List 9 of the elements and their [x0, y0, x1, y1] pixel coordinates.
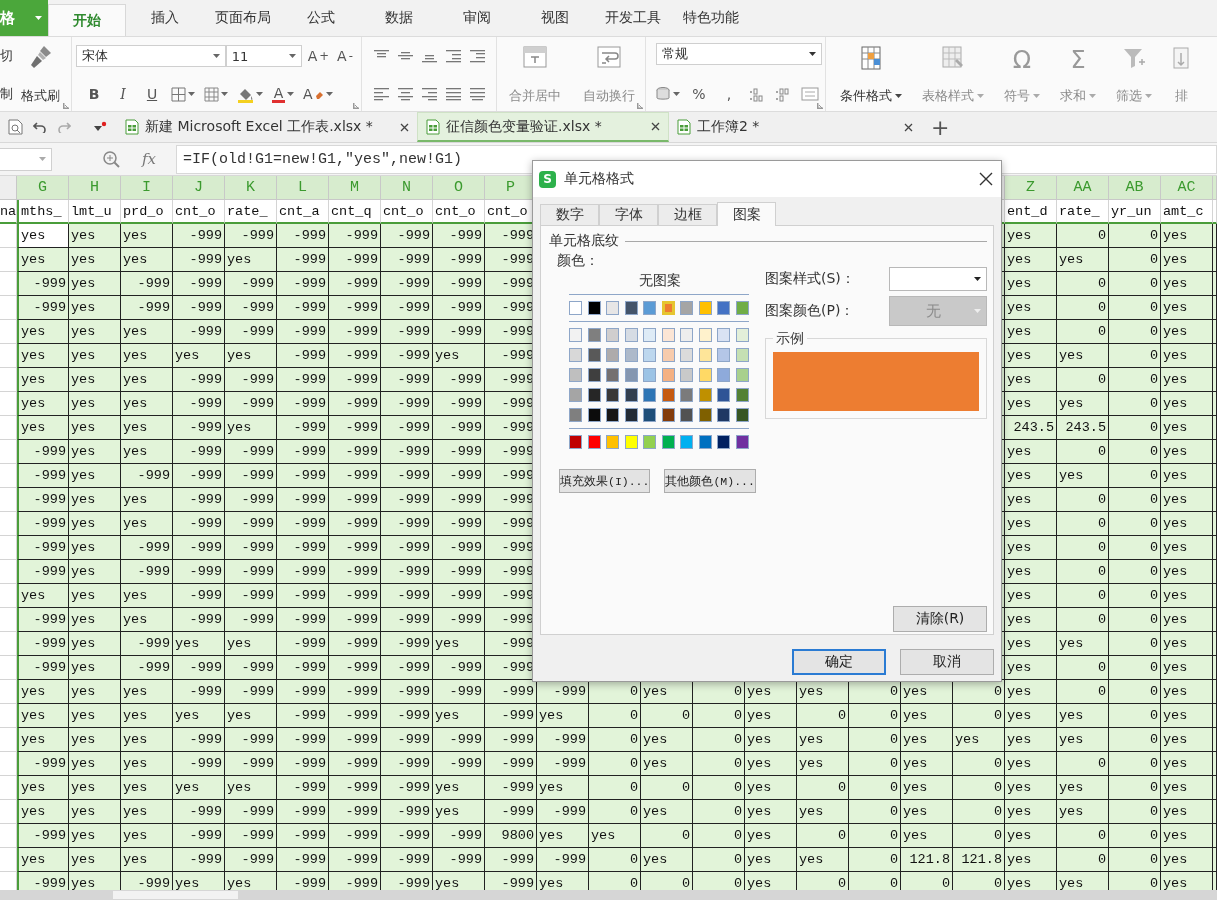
sample-label: 示例	[773, 330, 807, 348]
color-label: 颜色：	[556, 252, 600, 270]
pattern-color-select: 无	[889, 296, 987, 326]
field-label: 图案样式(S)：	[765, 270, 855, 288]
app-icon: S	[539, 170, 556, 188]
field-label: 图案颜色(P)：	[765, 302, 855, 320]
group-title: 单元格底纹	[549, 232, 619, 250]
sum-icon: Σ	[1070, 45, 1086, 75]
symbol-icon: Ω	[1012, 45, 1032, 75]
